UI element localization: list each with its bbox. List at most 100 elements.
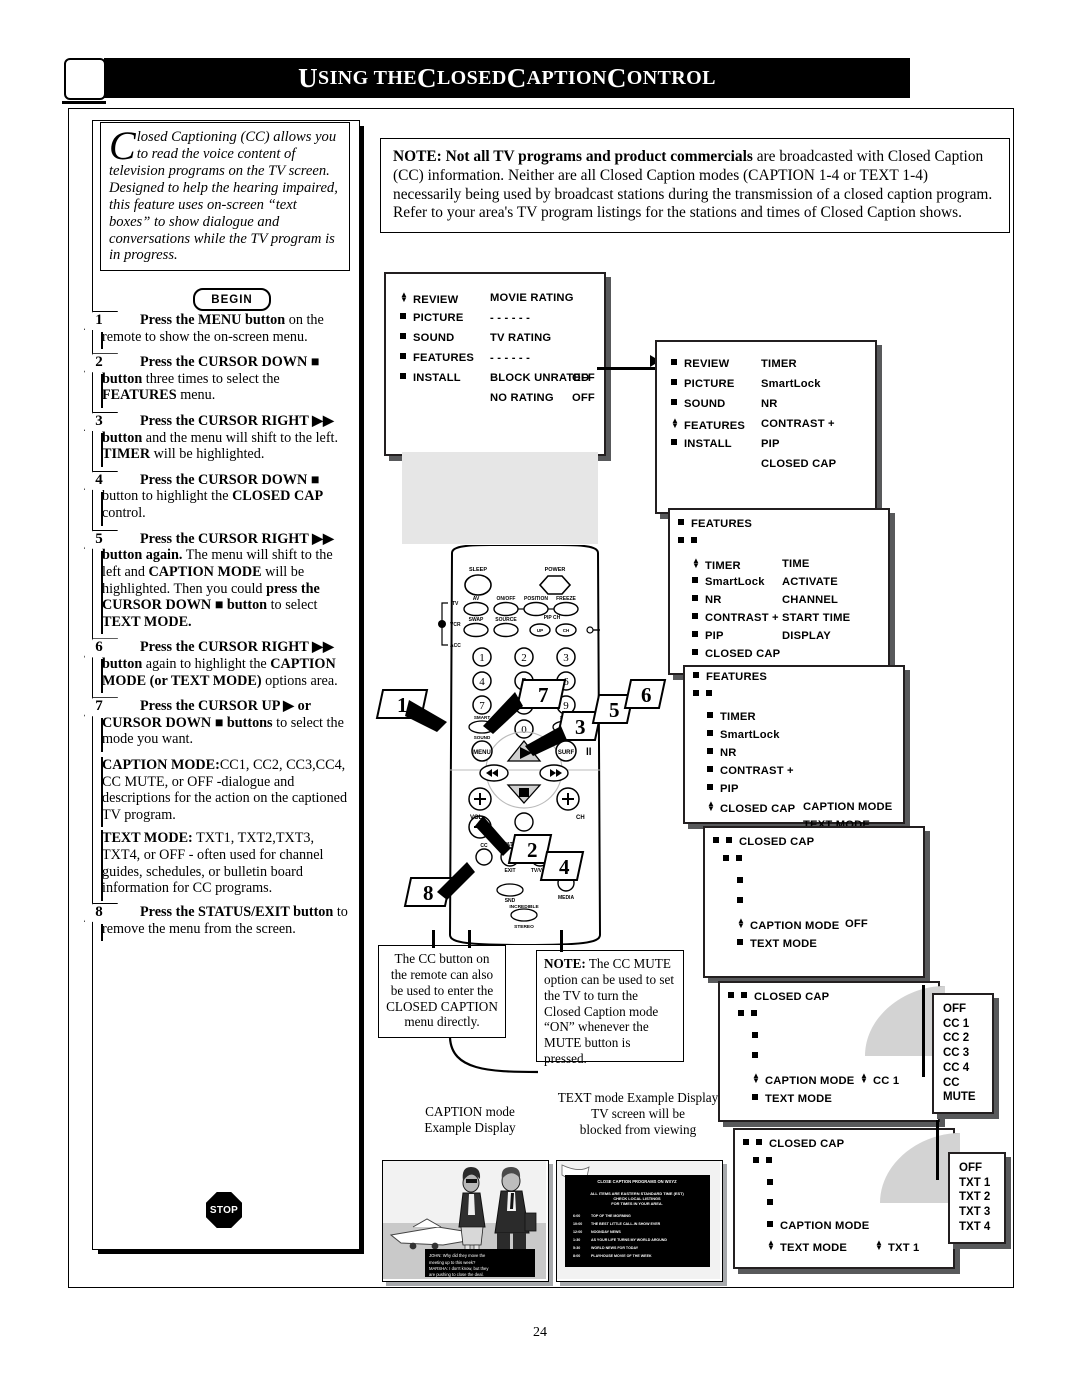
- osd1-item-2[interactable]: SOUND: [400, 332, 454, 344]
- osd7-title: CLOSED CAP: [743, 1138, 844, 1150]
- osd7-spacer-1: [767, 1178, 780, 1190]
- bullet-icon: [678, 519, 684, 525]
- cursor-indicator-icon: ▲ ▼: [752, 1071, 761, 1085]
- osd4-item-4[interactable]: PIP: [707, 783, 739, 795]
- osd4-item-3[interactable]: CONTRAST +: [707, 765, 794, 777]
- osd3-item-4[interactable]: PIP: [692, 630, 724, 642]
- cursor-indicator-icon: ▲ ▼: [400, 290, 409, 304]
- caption-example-label: CAPTION mode Example Display: [424, 1104, 516, 1135]
- bullet-icon: [707, 730, 713, 736]
- intro-text: losed Captioning (CC) allows you to read…: [109, 129, 338, 264]
- osd3-value-0: TIME: [782, 558, 810, 570]
- caption-option-3[interactable]: CC 3: [943, 1046, 983, 1061]
- step-number-badge: 1: [84, 311, 118, 330]
- osd4-title[interactable]: FEATURES: [693, 671, 767, 683]
- mode-info-text: CAPTION MODE:CC1, CC2, CC3,CC4, CC MUTE,…: [102, 757, 348, 823]
- bullet-icon: [707, 784, 713, 790]
- caption-option-5[interactable]: CC MUTE: [943, 1076, 983, 1105]
- osd2-item-2[interactable]: SOUND: [671, 398, 725, 410]
- beam-shape: [402, 452, 598, 544]
- caption-option-2[interactable]: CC 2: [943, 1031, 983, 1046]
- bullet-icon: [400, 333, 406, 339]
- osd1-item-3[interactable]: FEATURES: [400, 352, 474, 364]
- osd5-title: CLOSED CAP: [713, 836, 814, 848]
- svg-text:CLOSE CAPTION PROGRAMS ON WXYZ: CLOSE CAPTION PROGRAMS ON WXYZ: [597, 1179, 677, 1184]
- osd7-text-mode[interactable]: ▲ ▼ TEXT MODE: [767, 1239, 847, 1255]
- osd6-caption-mode[interactable]: ▲ ▼ CAPTION MODE: [752, 1071, 854, 1088]
- osd3-value-3: START TIME: [782, 612, 851, 624]
- svg-text:4: 4: [559, 855, 570, 879]
- osd4-item-1[interactable]: SmartLock: [707, 729, 780, 741]
- cc-button-callout: The CC button on the remote can also be …: [378, 945, 506, 1038]
- osd3-item-5[interactable]: CLOSED CAP: [692, 648, 780, 660]
- osd1-item-1[interactable]: PICTURE: [400, 312, 464, 324]
- osd5-text-mode[interactable]: TEXT MODE: [737, 938, 817, 950]
- bullet-icon: [692, 577, 698, 583]
- osd5-spacer-1: [737, 876, 750, 888]
- text-option-3[interactable]: TXT 3: [959, 1205, 995, 1220]
- intro-dropcap: C: [109, 123, 136, 168]
- step-text: Press the CURSOR RIGHT ▶▶ button and the…: [102, 413, 339, 463]
- osd6-breadcrumb: [738, 1009, 764, 1021]
- text-option-1[interactable]: TXT 1: [959, 1176, 995, 1191]
- osd1-norating-value: OFF: [572, 392, 595, 404]
- svg-text:meeting up to this week?: meeting up to this week?: [429, 1260, 476, 1265]
- osd4-item-2[interactable]: NR: [707, 747, 737, 759]
- osd3-item-2[interactable]: NR: [692, 594, 722, 606]
- bullet-icon: [707, 748, 713, 754]
- bullet-icon: [707, 766, 713, 772]
- osd7-breadcrumb: [753, 1156, 779, 1168]
- osd7-value: ▲ ▼ TXT 1: [875, 1238, 920, 1255]
- caption-options-popup[interactable]: OFF CC 1 CC 2 CC 3 CC 4 CC MUTE: [932, 993, 994, 1115]
- svg-text:MARSHA: I don't know, but they: MARSHA: I don't know, but they: [429, 1266, 489, 1271]
- osd4-item-5[interactable]: ▲ ▼ CLOSED CAP: [707, 799, 795, 816]
- bullet-icon: [767, 1221, 773, 1227]
- step-number: 8: [95, 903, 103, 920]
- step-6: 6 Press the CURSOR RIGHT ▶▶ button again …: [84, 638, 352, 694]
- svg-text:8: 8: [423, 881, 434, 905]
- osd3-item-3[interactable]: CONTRAST +: [692, 612, 779, 624]
- osd5-caption-mode[interactable]: ▲ ▼ CAPTION MODE: [737, 916, 839, 933]
- step-number-badge: 2: [84, 353, 118, 373]
- step-7: 7 Press the CURSOR UP ▶ or CURSOR DOWN ■ …: [84, 697, 352, 753]
- svg-text:PLAYHOUSE MOVIE OF THE WEEK: PLAYHOUSE MOVIE OF THE WEEK: [591, 1254, 652, 1258]
- step-number-badge: 6: [84, 638, 118, 658]
- osd2-item-0[interactable]: REVIEW: [671, 358, 729, 370]
- osd3-item-0[interactable]: ▲ ▼ TIMER: [692, 556, 741, 573]
- osd6-value: ▲ ▼ CC 1: [860, 1071, 900, 1088]
- bullet-icon: [752, 1094, 758, 1100]
- cursor-indicator-icon: ▲ ▼: [671, 416, 680, 430]
- cursor-indicator-icon: ▲ ▼: [692, 556, 701, 570]
- page-title: U SING THE C LOSED C APTION C ONTROL: [298, 62, 716, 93]
- osd2-item-3[interactable]: ▲ ▼ FEATURES: [671, 416, 745, 433]
- cursor-indicator-icon: ▲ ▼: [707, 799, 716, 813]
- text-option-0[interactable]: OFF: [959, 1161, 995, 1176]
- cursor-indicator-icon: ▲ ▼: [737, 916, 746, 930]
- svg-text:6:00: 6:00: [573, 1214, 580, 1218]
- osd2-value-1: SmartLock: [761, 378, 821, 390]
- text-option-2[interactable]: TXT 2: [959, 1190, 995, 1205]
- osd1-item-4[interactable]: INSTALL: [400, 372, 461, 384]
- text-options-popup[interactable]: OFF TXT 1 TXT 2 TXT 3 TXT 4: [948, 1152, 1006, 1244]
- osd5-breadcrumb: [723, 854, 749, 866]
- osd2-item-1[interactable]: PICTURE: [671, 378, 735, 390]
- osd6-text-mode[interactable]: TEXT MODE: [752, 1093, 832, 1105]
- osd3-value-2: CHANNEL: [782, 594, 839, 606]
- step-number-badge: 7: [84, 697, 118, 717]
- osd7-caption-mode[interactable]: CAPTION MODE: [767, 1220, 869, 1232]
- step-number: 1: [95, 312, 103, 328]
- osd4-item-0[interactable]: TIMER: [707, 711, 756, 723]
- osd3-item-1[interactable]: SmartLock: [692, 576, 765, 588]
- cc-mute-callout: NOTE: The CC MUTE option can be used to …: [536, 950, 684, 1066]
- caption-option-4[interactable]: CC 4: [943, 1061, 983, 1076]
- caption-option-0[interactable]: OFF: [943, 1002, 983, 1017]
- osd1-value-2: TV RATING: [490, 332, 552, 344]
- osd1-item-0[interactable]: ▲ ▼ REVIEW: [400, 290, 458, 307]
- osd3-title[interactable]: FEATURES: [678, 518, 752, 530]
- osd2-item-4[interactable]: INSTALL: [671, 438, 732, 450]
- caption-option-1[interactable]: CC 1: [943, 1017, 983, 1032]
- page-number: 24: [533, 1325, 547, 1340]
- text-option-4[interactable]: TXT 4: [959, 1220, 995, 1235]
- bullet-icon: [671, 359, 677, 365]
- osd1-value-5: NO RATING: [490, 392, 554, 404]
